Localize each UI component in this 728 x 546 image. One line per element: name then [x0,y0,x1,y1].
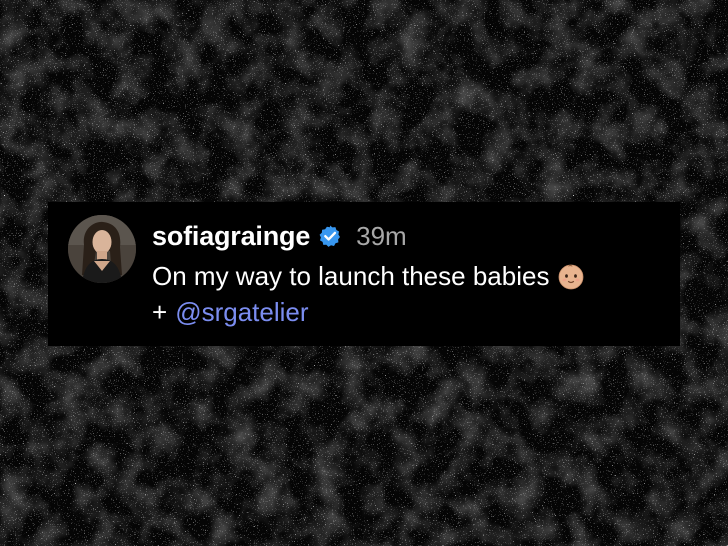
profile-avatar[interactable] [68,215,136,283]
instagram-comment-card: sofiagrainge 39m On my way to launch the… [48,202,680,346]
baby-face-emoji-icon [557,262,585,290]
caption-line-2: + @srgatelier [152,294,585,330]
comment-timestamp: 39m [356,220,407,251]
mention-link[interactable]: @srgatelier [175,294,308,330]
username[interactable]: sofiagrainge [152,221,310,252]
caption-plus: + [152,297,168,327]
verified-badge-icon [318,224,342,248]
caption-text: On my way to launch these babies [152,261,550,291]
comment-header: sofiagrainge 39m [152,218,407,254]
comment-caption: On my way to launch these babies + @srga… [152,258,585,330]
caption-line-1: On my way to launch these babies [152,258,585,294]
